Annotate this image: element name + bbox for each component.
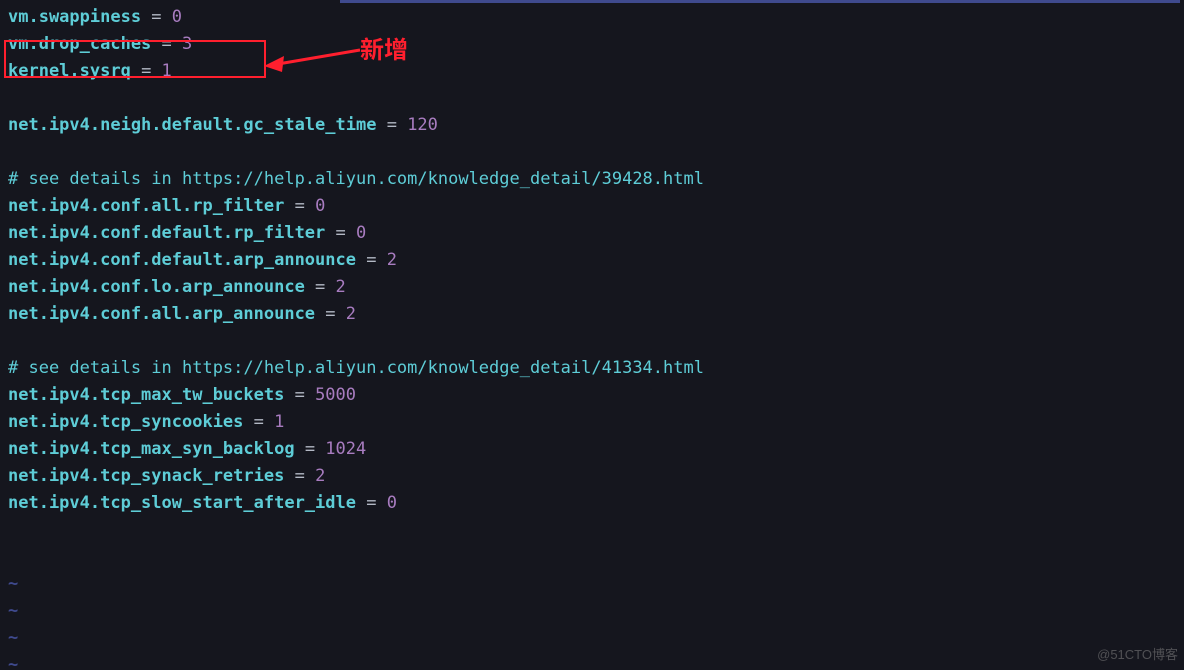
config-line: net.ipv4.neigh.default.gc_stale_time = 1… — [8, 112, 1176, 139]
config-line: vm.swappiness = 0 — [8, 4, 1176, 31]
config-value: 3 — [182, 34, 192, 54]
assign-operator: = — [325, 223, 356, 243]
config-key: kernel.sysrq — [8, 61, 131, 81]
config-key: net.ipv4.tcp_syncookies — [8, 412, 243, 432]
config-key: net.ipv4.conf.default.arp_announce — [8, 250, 356, 270]
assign-operator: = — [376, 115, 407, 135]
config-key: net.ipv4.conf.lo.arp_announce — [8, 277, 305, 297]
config-value: 1 — [162, 61, 172, 81]
config-value: 0 — [172, 7, 182, 27]
config-line: # see details in https://help.aliyun.com… — [8, 355, 1176, 382]
config-key: net.ipv4.tcp_slow_start_after_idle — [8, 493, 356, 513]
blank-line — [8, 139, 1176, 166]
config-key: net.ipv4.conf.default.rp_filter — [8, 223, 325, 243]
config-line: net.ipv4.tcp_synack_retries = 2 — [8, 463, 1176, 490]
config-key: net.ipv4.tcp_max_tw_buckets — [8, 385, 284, 405]
vim-empty-line: ~ — [8, 652, 1176, 670]
config-key: net.ipv4.neigh.default.gc_stale_time — [8, 115, 376, 135]
tilde-marker: ~ — [8, 655, 18, 670]
config-line: kernel.sysrq = 1 — [8, 58, 1176, 85]
config-value: 1024 — [325, 439, 366, 459]
config-value: 2 — [346, 304, 356, 324]
config-key: vm.drop_caches — [8, 34, 151, 54]
assign-operator: = — [356, 250, 387, 270]
config-line: net.ipv4.tcp_slow_start_after_idle = 0 — [8, 490, 1176, 517]
config-key: net.ipv4.conf.all.arp_announce — [8, 304, 315, 324]
annotation-label: 新增 — [360, 34, 408, 61]
config-value: 1 — [274, 412, 284, 432]
assign-operator: = — [356, 493, 387, 513]
config-value: 5000 — [315, 385, 356, 405]
blank-line — [8, 544, 1176, 571]
assign-operator: = — [284, 196, 315, 216]
config-key: net.ipv4.tcp_synack_retries — [8, 466, 284, 486]
assign-operator: = — [305, 277, 336, 297]
blank-line — [8, 517, 1176, 544]
config-value: 120 — [407, 115, 438, 135]
assign-operator: = — [243, 412, 274, 432]
config-line: net.ipv4.conf.all.arp_announce = 2 — [8, 301, 1176, 328]
assign-operator: = — [284, 466, 315, 486]
config-line: vm.drop_caches = 3 — [8, 31, 1176, 58]
tilde-marker: ~ — [8, 628, 18, 648]
vim-empty-line: ~ — [8, 625, 1176, 652]
config-line: net.ipv4.conf.all.rp_filter = 0 — [8, 193, 1176, 220]
config-line: net.ipv4.tcp_max_tw_buckets = 5000 — [8, 382, 1176, 409]
config-value: 0 — [356, 223, 366, 243]
config-value: 2 — [315, 466, 325, 486]
watermark: @51CTO博客 — [1097, 641, 1178, 668]
config-key: vm.swappiness — [8, 7, 141, 27]
config-value: 2 — [336, 277, 346, 297]
assign-operator: = — [284, 385, 315, 405]
vim-empty-line: ~ — [8, 598, 1176, 625]
config-line: net.ipv4.conf.lo.arp_announce = 2 — [8, 274, 1176, 301]
tilde-marker: ~ — [8, 574, 18, 594]
tilde-marker: ~ — [8, 601, 18, 621]
config-value: 0 — [387, 493, 397, 513]
assign-operator: = — [151, 34, 182, 54]
assign-operator: = — [141, 7, 172, 27]
terminal-editor[interactable]: vm.swappiness = 0vm.drop_caches = 3kerne… — [0, 0, 1184, 670]
config-line: net.ipv4.conf.default.rp_filter = 0 — [8, 220, 1176, 247]
config-key: net.ipv4.conf.all.rp_filter — [8, 196, 284, 216]
assign-operator: = — [295, 439, 326, 459]
config-line: net.ipv4.conf.default.arp_announce = 2 — [8, 247, 1176, 274]
config-line: net.ipv4.tcp_syncookies = 1 — [8, 409, 1176, 436]
blank-line — [8, 328, 1176, 355]
comment-text: # see details in https://help.aliyun.com… — [8, 169, 704, 189]
comment-text: # see details in https://help.aliyun.com… — [8, 358, 704, 378]
blank-line — [8, 85, 1176, 112]
config-value: 0 — [315, 196, 325, 216]
config-line: # see details in https://help.aliyun.com… — [8, 166, 1176, 193]
config-key: net.ipv4.tcp_max_syn_backlog — [8, 439, 295, 459]
assign-operator: = — [131, 61, 162, 81]
config-value: 2 — [387, 250, 397, 270]
assign-operator: = — [315, 304, 346, 324]
config-line: net.ipv4.tcp_max_syn_backlog = 1024 — [8, 436, 1176, 463]
vim-empty-line: ~ — [8, 571, 1176, 598]
